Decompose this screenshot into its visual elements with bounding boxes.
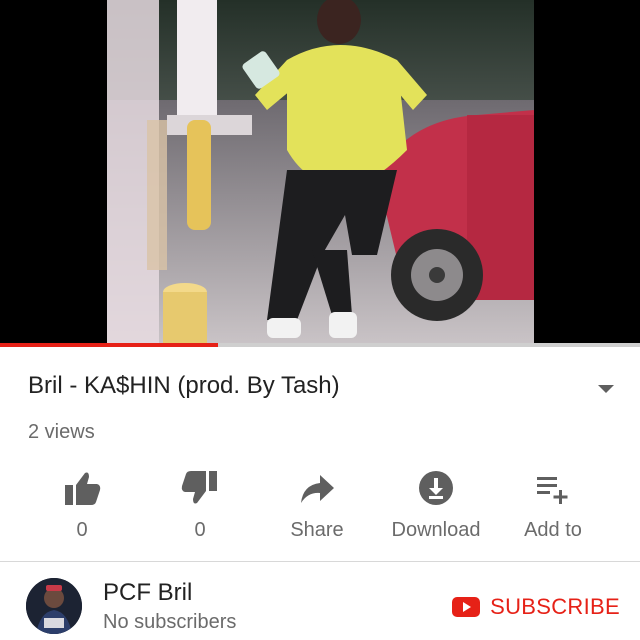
channel-row: PCF Bril No subscribers SUBSCRIBE — [0, 562, 640, 640]
video-title: Bril - KA$HIN (prod. By Tash) — [28, 372, 340, 399]
download-button[interactable]: Download — [376, 463, 496, 553]
video-progress-fill — [0, 343, 218, 347]
add-to-label: Add to — [524, 519, 582, 541]
avatar-image — [26, 578, 82, 634]
download-label: Download — [391, 519, 481, 541]
like-button[interactable]: 0 — [22, 463, 142, 553]
share-label: Share — [290, 519, 344, 541]
expand-description-icon[interactable] — [594, 376, 618, 400]
youtube-play-icon — [452, 597, 481, 617]
add-to-button[interactable]: Add to — [493, 463, 613, 553]
like-count: 0 — [76, 519, 88, 541]
playlist-add-icon — [537, 477, 568, 504]
video-player[interactable] — [0, 0, 640, 343]
thumbs-up-icon — [65, 472, 101, 505]
subscribe-label: SUBSCRIBE — [490, 594, 620, 619]
video-progress-bar[interactable] — [0, 343, 640, 347]
video-actions-bar: 0 0 Share Download Add to — [0, 463, 640, 553]
view-count: 2 views — [28, 421, 95, 443]
subscribe-button[interactable]: SUBSCRIBE — [452, 592, 620, 622]
dislike-count: 0 — [194, 519, 206, 541]
channel-avatar[interactable] — [26, 578, 82, 634]
share-arrow-icon — [301, 475, 334, 503]
video-title-row[interactable]: Bril - KA$HIN (prod. By Tash) — [28, 370, 618, 410]
thumbs-down-icon — [181, 471, 217, 504]
download-icon — [419, 471, 453, 505]
channel-name[interactable]: PCF Bril — [103, 579, 192, 607]
share-button[interactable]: Share — [257, 463, 377, 553]
dislike-button[interactable]: 0 — [140, 463, 260, 553]
video-thumbnail-image — [107, 0, 534, 343]
subscriber-count: No subscribers — [103, 611, 237, 633]
video-frame — [107, 0, 534, 343]
